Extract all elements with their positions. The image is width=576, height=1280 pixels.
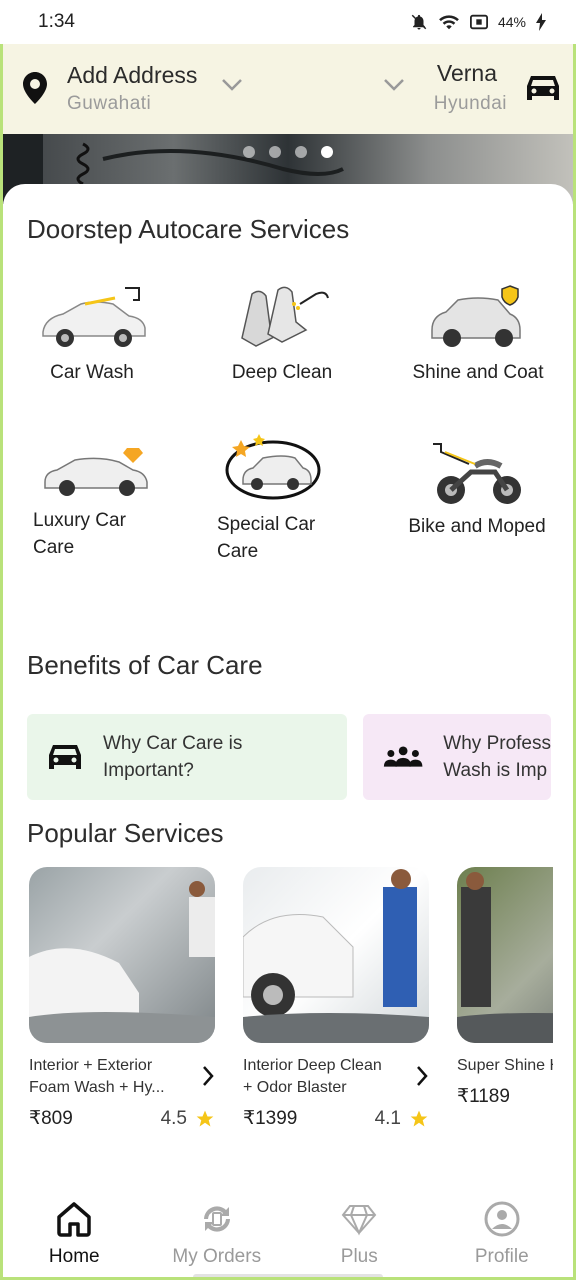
chevron-right-icon[interactable]	[201, 1065, 215, 1087]
service-name: Interior + Exterior Foam Wash + Hy...	[29, 1057, 165, 1096]
nav-my-orders[interactable]: My Orders	[146, 1188, 289, 1277]
location-pin-icon[interactable]	[23, 72, 47, 104]
wifi-icon	[439, 15, 459, 30]
header: Add Address Guwahati Verna Hyundai	[3, 44, 573, 134]
pager-dot[interactable]	[269, 146, 281, 158]
bottom-nav: Home My Orders Plus Profile	[3, 1188, 574, 1277]
screen-icon	[469, 14, 488, 30]
banner-pager	[243, 146, 333, 158]
popular-title: Popular Services	[27, 818, 224, 848]
car-icon[interactable]	[525, 72, 561, 104]
service-luxury-car-care[interactable]: Luxury Car Care	[33, 442, 151, 561]
service-price: ₹1399	[243, 1108, 298, 1129]
battery-level: 44%	[497, 14, 526, 30]
service-label: Car Wash	[50, 362, 134, 383]
nav-plus[interactable]: Plus	[288, 1188, 431, 1277]
pager-dot-active[interactable]	[321, 146, 333, 158]
rating: 4.1	[375, 1108, 429, 1130]
charging-icon	[536, 13, 546, 31]
pager-dot[interactable]	[295, 146, 307, 158]
car-icon	[49, 745, 81, 769]
status-icons: 44%	[410, 13, 546, 31]
content-sheet: Doorstep Autocare Services Car Wash Deep…	[3, 184, 573, 1234]
status-time: 1:34	[38, 11, 75, 32]
car-wash-icon	[42, 287, 146, 347]
price-row: ₹1399 4.1	[243, 1107, 429, 1130]
service-car-wash[interactable]: Car Wash	[33, 284, 151, 386]
popular-card[interactable]: Super Shine Hydrophobic ₹1189	[457, 867, 553, 1108]
service-photo	[243, 867, 429, 1043]
benefit-text: Why Car Care is Important?	[103, 733, 243, 781]
service-price: ₹1189	[457, 1086, 510, 1107]
orders-icon	[203, 1206, 230, 1232]
address-chevron-down-icon[interactable]	[221, 78, 243, 92]
benefit-card-car-care[interactable]: Why Car Care is Important?	[27, 714, 347, 800]
service-photo	[29, 867, 215, 1043]
star-icon	[196, 1110, 214, 1126]
pager-dot[interactable]	[243, 146, 255, 158]
address-city[interactable]: Guwahati	[67, 93, 151, 115]
nav-label: My Orders	[172, 1246, 262, 1267]
diamond-icon	[341, 1205, 377, 1236]
profile-icon	[484, 1201, 520, 1237]
benefit-card-professional-wash[interactable]: Why Profess Wash is Imp	[363, 714, 551, 800]
price-row: ₹809 4.5	[29, 1107, 215, 1130]
service-label: Bike and Moped	[408, 516, 546, 537]
status-bar: 1:34 44%	[0, 0, 576, 44]
home-icon	[57, 1202, 91, 1237]
service-name: Interior Deep Clean + Odor Blaster	[243, 1057, 382, 1096]
popular-card[interactable]: Interior Deep Clean + Odor Blaster ₹1399…	[243, 867, 429, 1130]
service-label: Luxury Car Care	[33, 510, 126, 558]
star-icon	[410, 1110, 428, 1126]
service-photo	[457, 867, 553, 1043]
app-frame: Add Address Guwahati Verna Hyundai Doors…	[0, 44, 576, 1280]
special-car-icon	[225, 434, 321, 500]
group-icon	[383, 746, 423, 767]
service-price: ₹809	[29, 1108, 73, 1129]
price-row: ₹1189	[457, 1085, 553, 1108]
service-label: Special Car Care	[217, 514, 316, 562]
nav-home[interactable]: Home	[3, 1188, 146, 1277]
motorbike-icon	[433, 443, 521, 504]
benefit-text: Why Profess Wash is Imp	[443, 733, 551, 781]
service-deep-clean[interactable]: Deep Clean	[223, 284, 341, 386]
car-model[interactable]: Verna	[437, 60, 497, 87]
service-special-car-care[interactable]: Special Car Care	[217, 430, 335, 565]
service-bike-and-moped[interactable]: Bike and Moped	[399, 440, 555, 540]
address-title[interactable]: Add Address	[67, 62, 197, 89]
rating: 4.5	[161, 1108, 215, 1130]
luxury-car-icon	[44, 448, 148, 496]
rating-value: 4.1	[374, 1107, 401, 1129]
suv-shield-icon	[431, 285, 521, 347]
nav-profile[interactable]: Profile	[431, 1188, 574, 1277]
gesture-bar	[193, 1274, 383, 1277]
seat-clean-icon	[241, 286, 329, 347]
nav-label: Plus	[340, 1246, 378, 1267]
service-label: Shine and Coat	[412, 362, 544, 383]
service-label: Deep Clean	[231, 362, 333, 383]
benefits-title: Benefits of Car Care	[27, 650, 263, 680]
nav-label: Profile	[474, 1246, 529, 1267]
services-title: Doorstep Autocare Services	[27, 214, 350, 244]
chevron-right-icon[interactable]	[415, 1065, 429, 1087]
popular-card[interactable]: Interior + Exterior Foam Wash + Hy... ₹8…	[29, 867, 215, 1130]
service-name: Super Shine Hydrophobic	[457, 1057, 553, 1074]
rating-value: 4.5	[160, 1107, 187, 1129]
car-chevron-down-icon[interactable]	[383, 78, 405, 92]
nav-label: Home	[48, 1246, 100, 1267]
car-brand[interactable]: Hyundai	[434, 93, 507, 115]
bell-off-icon	[411, 14, 427, 30]
service-shine-and-coat[interactable]: Shine and Coat	[403, 284, 553, 386]
